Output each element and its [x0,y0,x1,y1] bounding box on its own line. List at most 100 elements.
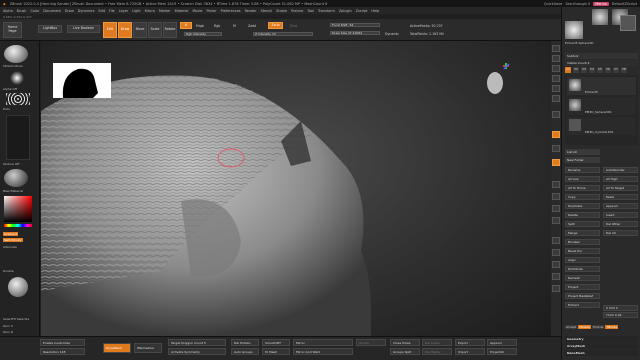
close-holes-button[interactable]: Close Holes [390,339,420,346]
solo-button[interactable] [552,273,560,280]
see-through-slider[interactable]: See-through 0 [565,2,590,6]
menu-item-brush[interactable]: Brush [17,9,27,13]
nanomesh-header[interactable]: NanoMesh [565,350,638,356]
draw-size-slider[interactable]: Draw Size 47.42062 [330,31,380,35]
zsub-toggle[interactable]: Zsub [268,22,283,29]
menu-item-movie[interactable]: Movie [192,9,202,13]
activate-symmetry-button[interactable]: Activate Symmetry [168,348,226,355]
auto-groups-button[interactable]: Auto Groups [231,348,259,355]
xpose-button[interactable] [552,285,560,292]
menu-item-dynamics[interactable]: Dynamics [78,9,95,13]
subtool-delete-button[interactable]: Delete [565,212,600,218]
thick-slider[interactable]: Thick 0.02 [603,312,638,318]
subtool-tab-v2[interactable]: V2 [572,67,579,73]
menu-item-macro[interactable]: Macro [145,9,155,13]
smooth-slider[interactable]: S Smt 5 [603,305,638,311]
quicksave-button[interactable]: QuickSave [544,2,563,6]
resolution-slider[interactable]: Resolution 128 [40,348,85,355]
menu-item-preferences[interactable]: Preferences [221,9,241,13]
export-button[interactable]: Export [455,339,485,346]
menu-item-file[interactable]: File [109,9,115,13]
m-toggle[interactable]: M [233,24,236,28]
subtool-item-2[interactable]: PM3D_Cylinder3D1 [567,117,636,135]
subtool-all-high-button[interactable]: All High [603,176,638,182]
subtool-del-all-button[interactable]: Del All [603,230,638,236]
gradient-toggle[interactable]: Gradient [3,232,19,236]
rotate-view-button[interactable] [552,217,560,224]
subtool-tab-v3[interactable]: V3 [580,67,587,73]
scale-button[interactable]: Scale [148,22,162,38]
subtool-remesh-button[interactable]: Remesh [565,275,600,281]
project-all-button[interactable]: ProjectAll [487,348,517,355]
a-toggle[interactable]: A [180,22,192,29]
subtool-item-1[interactable]: PM3D_Sphere3D1 [567,97,636,115]
subtool-tab-v7[interactable]: V7 [612,67,619,73]
subtool-copy-button[interactable]: Copy [565,194,600,200]
floor-button[interactable] [552,131,560,138]
zoom-button[interactable] [552,75,560,82]
menu-item-tool[interactable]: Tool [307,9,314,13]
draw-button[interactable]: Draw [118,22,132,38]
target-poly-slider[interactable]: Target Polygon Count 5 [168,339,226,346]
zremesher-button[interactable]: ZRemesher [134,343,162,353]
rotate-button[interactable]: Rotate [163,22,177,38]
subtool-paste-button[interactable]: Paste [603,194,638,200]
dynamic-toggle[interactable]: Dynamic [385,32,399,36]
del-higher-button[interactable]: Del Higher [422,348,452,355]
zero-r-button[interactable]: Zero R [3,330,13,334]
menu-item-light[interactable]: Light [132,9,140,13]
subtool-autoreorder-button[interactable]: AutoReorder [603,167,638,173]
subtool-all-to-target-button[interactable]: All To Target [603,185,638,191]
brush-thumbnail[interactable] [4,45,28,63]
zero-s-button[interactable]: Zero S [3,324,13,328]
list-all-button[interactable]: List All [565,149,600,155]
menu-item-render[interactable]: Render [245,9,257,13]
menu-item-marker[interactable]: Marker [159,9,171,13]
visible-count-slider[interactable]: Visible Count 4 [565,60,638,66]
subtool-insert-button[interactable]: Insert [603,212,638,218]
arraymesh-header[interactable]: ArrayMesh [565,343,638,349]
to-mesh-button[interactable]: To Mesh [262,348,290,355]
subtool-duplicate-button[interactable]: Duplicate [565,203,600,209]
subtool-tab-v5[interactable]: V5 [596,67,603,73]
switch-color-button[interactable]: SwitchColor [3,238,23,242]
hue-slider[interactable] [4,224,32,227]
subtool-distribute-button[interactable]: Distribute [565,266,600,272]
menu-item-document[interactable]: Document [43,9,61,13]
subtool-project-button[interactable]: Project [565,284,600,290]
aahalf-button[interactable] [552,95,560,102]
menu-item-material[interactable]: Material [175,9,189,13]
polyf-button[interactable] [552,237,560,244]
subtool-tab-v4[interactable]: V4 [588,67,595,73]
dynamic-persp-button[interactable] [552,111,560,118]
subtool-append-button[interactable]: Append [603,203,638,209]
new-folder-button[interactable]: New Folder [565,157,600,163]
menu-item-draw[interactable]: Draw [65,9,74,13]
ghost-button[interactable] [552,261,560,268]
subtool-all-low-button[interactable]: All Low [565,176,600,182]
menu-item-texture[interactable]: Texture [291,9,303,13]
move-view-button[interactable] [552,193,560,200]
smoothmt-button[interactable]: SmoothMT [262,339,290,346]
menu-item-edit[interactable]: Edit [98,9,105,13]
tborder-toggle[interactable]: TBorde [605,325,619,329]
subtool-tab-v1[interactable]: V1 [565,67,571,73]
enable-customize-button[interactable]: Enable Customize [40,339,85,346]
scroll-button[interactable] [552,65,560,72]
live-boolean-button[interactable]: Live Boolean [67,25,100,33]
subtool-bevel-pro-button[interactable]: Bevel Pro [565,248,600,254]
move-button[interactable]: Move [133,22,147,38]
tcorner-toggle[interactable]: TCorne [591,325,605,329]
focal-shift-slider[interactable]: Focal Shift -54 [330,23,380,27]
transp-button[interactable] [552,249,560,256]
subtool-item-0[interactable]: Extract5 [567,77,636,95]
edit-button[interactable]: Edit [103,22,117,38]
tool-thumb-4[interactable] [565,21,583,39]
menu-item-transform[interactable]: Transform [318,9,335,13]
zoom3d-button[interactable] [552,205,560,212]
menu-item-zplugin[interactable]: Zplugin [339,9,352,13]
bpr-button[interactable] [552,45,560,52]
subtool-tab-v8[interactable]: V8 [620,67,627,73]
tool-thumb-1[interactable] [592,9,608,25]
selectfit-buttons[interactable]: SelectFit SelectLs [3,317,29,321]
